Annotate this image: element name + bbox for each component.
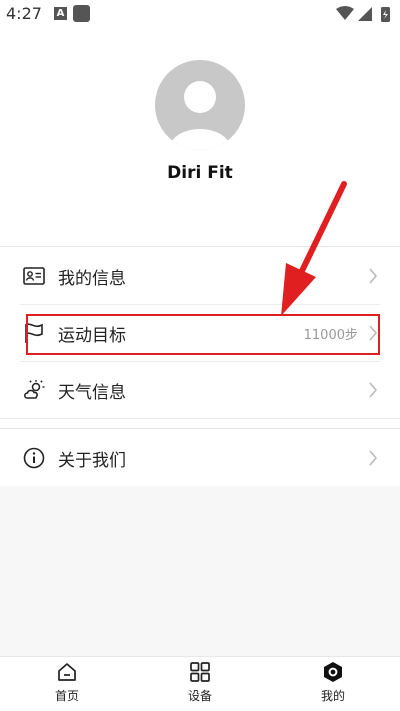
tab-home[interactable]: 首页 (27, 661, 107, 709)
tab-label: 设备 (187, 689, 212, 703)
tab-label: 首页 (54, 689, 79, 703)
grid-icon (190, 662, 210, 682)
hexagon-icon (324, 662, 342, 682)
annotation-arrow (281, 181, 347, 316)
tab-devices[interactable]: 设备 (160, 661, 240, 709)
home-icon (58, 663, 76, 681)
tab-label: 我的 (320, 689, 345, 703)
bottom-tab-bar: 首页 设备 我的 (0, 656, 400, 711)
tab-mine[interactable]: 我的 (293, 661, 373, 709)
